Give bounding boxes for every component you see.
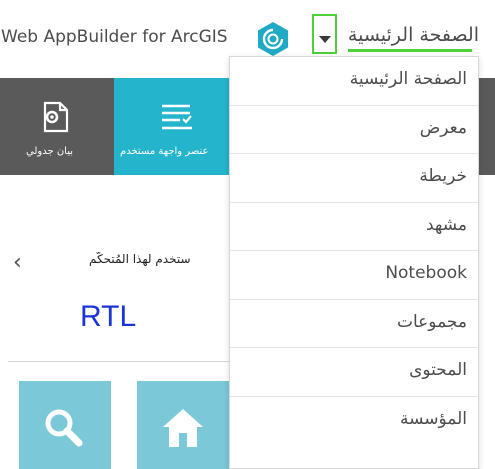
- widget-hint-text: ستخدم لهذا المُتحكّم: [89, 252, 191, 266]
- navigation-dropdown-menu: الصفحة الرئيسية معرض خريطة مشهد Notebook…: [229, 56, 479, 469]
- menu-item-map[interactable]: خريطة: [230, 154, 478, 203]
- caret-down-icon: [319, 36, 331, 43]
- menu-item-label: مشهد: [425, 214, 467, 235]
- tile-label: عنصر واجهة مستخدم: [120, 146, 209, 157]
- widget-tile[interactable]: عنصر واجهة مستخدم: [114, 78, 234, 175]
- tile-label: بيان جدولي: [26, 146, 74, 157]
- list-widget-icon: [160, 100, 194, 134]
- menu-item-label: المؤسسة: [399, 408, 467, 429]
- menu-item-content[interactable]: المحتوى: [230, 348, 478, 397]
- menu-item-label: خريطة: [419, 166, 467, 186]
- menu-item-label: الصفحة الرئيسية: [349, 69, 467, 89]
- menu-item-scene[interactable]: مشهد: [230, 203, 478, 251]
- home-nav-link[interactable]: الصفحة الرئيسية: [348, 24, 479, 46]
- menu-item-label: معرض: [419, 117, 467, 138]
- table-document-gear-icon: [38, 100, 72, 134]
- menu-item-notebook[interactable]: Notebook: [230, 251, 478, 300]
- home-tile[interactable]: [137, 381, 229, 469]
- menu-item-organization[interactable]: المؤسسة: [230, 397, 478, 446]
- menu-item-label: مجموعات: [396, 311, 467, 332]
- menu-item-label: Notebook: [385, 263, 467, 283]
- dropdown-toggle-button[interactable]: [312, 14, 337, 54]
- menu-item-gallery[interactable]: معرض: [230, 106, 478, 154]
- menu-item-home[interactable]: الصفحة الرئيسية: [230, 57, 478, 106]
- active-underline: [348, 49, 472, 52]
- attribute-table-tile[interactable]: بيان جدولي: [0, 78, 114, 175]
- app-title[interactable]: Web AppBuilder for ArcGIS: [1, 27, 228, 47]
- search-tile[interactable]: [19, 381, 111, 469]
- rtl-label: RTL: [80, 300, 137, 333]
- tile-edge: [478, 78, 495, 175]
- search-icon: [43, 407, 85, 453]
- menu-item-label: المحتوى: [409, 360, 467, 380]
- menu-item-groups[interactable]: مجموعات: [230, 300, 478, 348]
- home-icon: [161, 407, 205, 453]
- arcgis-logo-icon[interactable]: [255, 21, 291, 57]
- chevron-left-icon[interactable]: ‹: [13, 250, 22, 275]
